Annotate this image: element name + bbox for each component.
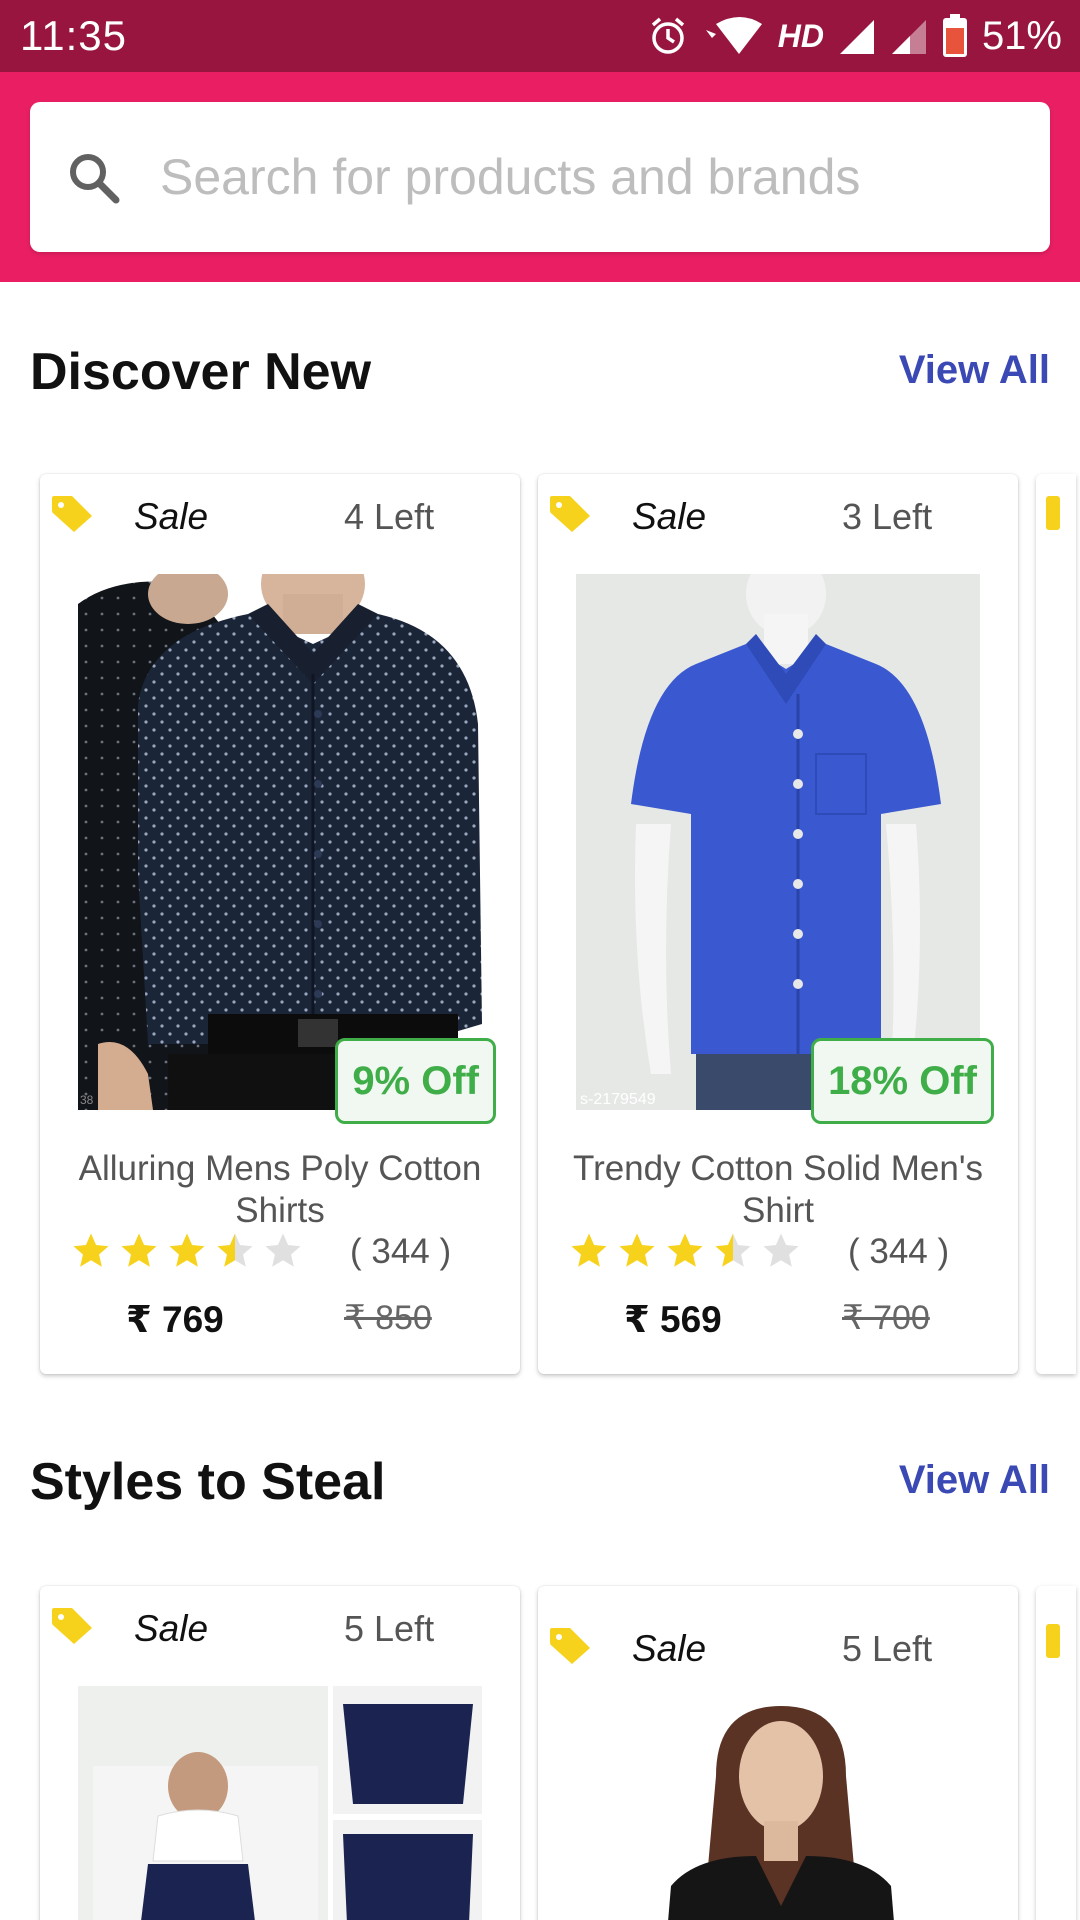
sale-label: Sale [632,1628,707,1669]
sale-label: Sale [134,1608,209,1649]
product-card-peek[interactable] [1036,474,1076,1374]
view-all-styles-to-steal[interactable]: View All [899,1458,1050,1503]
review-count: ( 344 ) [848,1232,950,1271]
price: ₹ 769 [126,1299,224,1340]
star-half-icon [715,1233,751,1267]
rating-stars [568,1230,802,1272]
star-icon [73,1233,109,1267]
signal-icon [839,20,874,54]
discount-badge: 18% Off [811,1038,994,1124]
view-all-discover-new[interactable]: View All [899,348,1050,393]
search-bar[interactable] [30,102,1050,252]
network-type: HD [777,17,824,54]
product-image[interactable]: 38 [78,574,482,1110]
discount-badge: 9% Off [335,1038,496,1124]
original-price: ₹ 850 [344,1299,432,1337]
battery-icon [942,14,967,57]
product-card[interactable]: Sale 4 Left 38 9% Off Alluring Mens Poly… [40,474,520,1374]
product-name[interactable]: Trendy Cotton Solid Men's Shirt [558,1148,998,1232]
product-card[interactable]: Sale 5 Left [40,1586,520,1920]
rating-stars [70,1230,304,1272]
review-count: ( 344 ) [350,1232,452,1271]
tag-icon [550,1628,590,1664]
wifi-icon [705,17,762,54]
section-title-styles-to-steal: Styles to Steal [30,1453,386,1511]
stock-left: 5 Left [344,1608,435,1649]
battery-percent: 51% [981,13,1062,58]
star-icon [169,1233,205,1267]
stock-left: 4 Left [344,496,435,537]
stock-left: 5 Left [842,1628,933,1669]
star-icon [619,1233,655,1267]
image-code: s-2179549 [580,1091,656,1108]
product-card[interactable]: Sale 5 Left [538,1586,1018,1920]
star-empty-icon [763,1233,799,1267]
product-image[interactable]: s-2179549 [576,574,980,1110]
star-icon [121,1233,157,1267]
stock-left: 3 Left [842,496,933,537]
sale-label: Sale [632,496,707,537]
alarm-icon [651,17,684,54]
section-title-discover-new: Discover New [30,343,372,401]
star-icon [667,1233,703,1267]
tag-icon [52,496,92,532]
search-icon[interactable] [66,150,122,206]
svg-text:38: 38 [80,1093,94,1107]
tag-icon [1046,1624,1060,1658]
star-empty-icon [265,1233,301,1267]
status-bar: 11:35 HD 51% [0,0,1080,72]
sale-label: Sale [134,496,209,537]
status-icons: HD 51% [648,12,1062,60]
star-half-icon [217,1233,253,1267]
star-icon [571,1233,607,1267]
search-header [0,72,1080,282]
original-price: ₹ 700 [842,1299,930,1337]
tag-icon [550,496,590,532]
status-time: 11:35 [20,12,127,59]
signal-icon-2 [891,20,926,54]
search-input[interactable] [160,142,1020,212]
tag-icon [52,1608,92,1644]
product-image[interactable] [78,1686,482,1920]
product-name[interactable]: Alluring Mens Poly Cotton Shirts [60,1148,500,1232]
product-image[interactable] [576,1696,980,1920]
tag-icon [1046,496,1060,530]
price: ₹ 569 [624,1299,722,1340]
product-card-peek[interactable] [1036,1586,1076,1920]
product-card[interactable]: Sale 3 Left s-2179549 18% Off Trendy Cot… [538,474,1018,1374]
